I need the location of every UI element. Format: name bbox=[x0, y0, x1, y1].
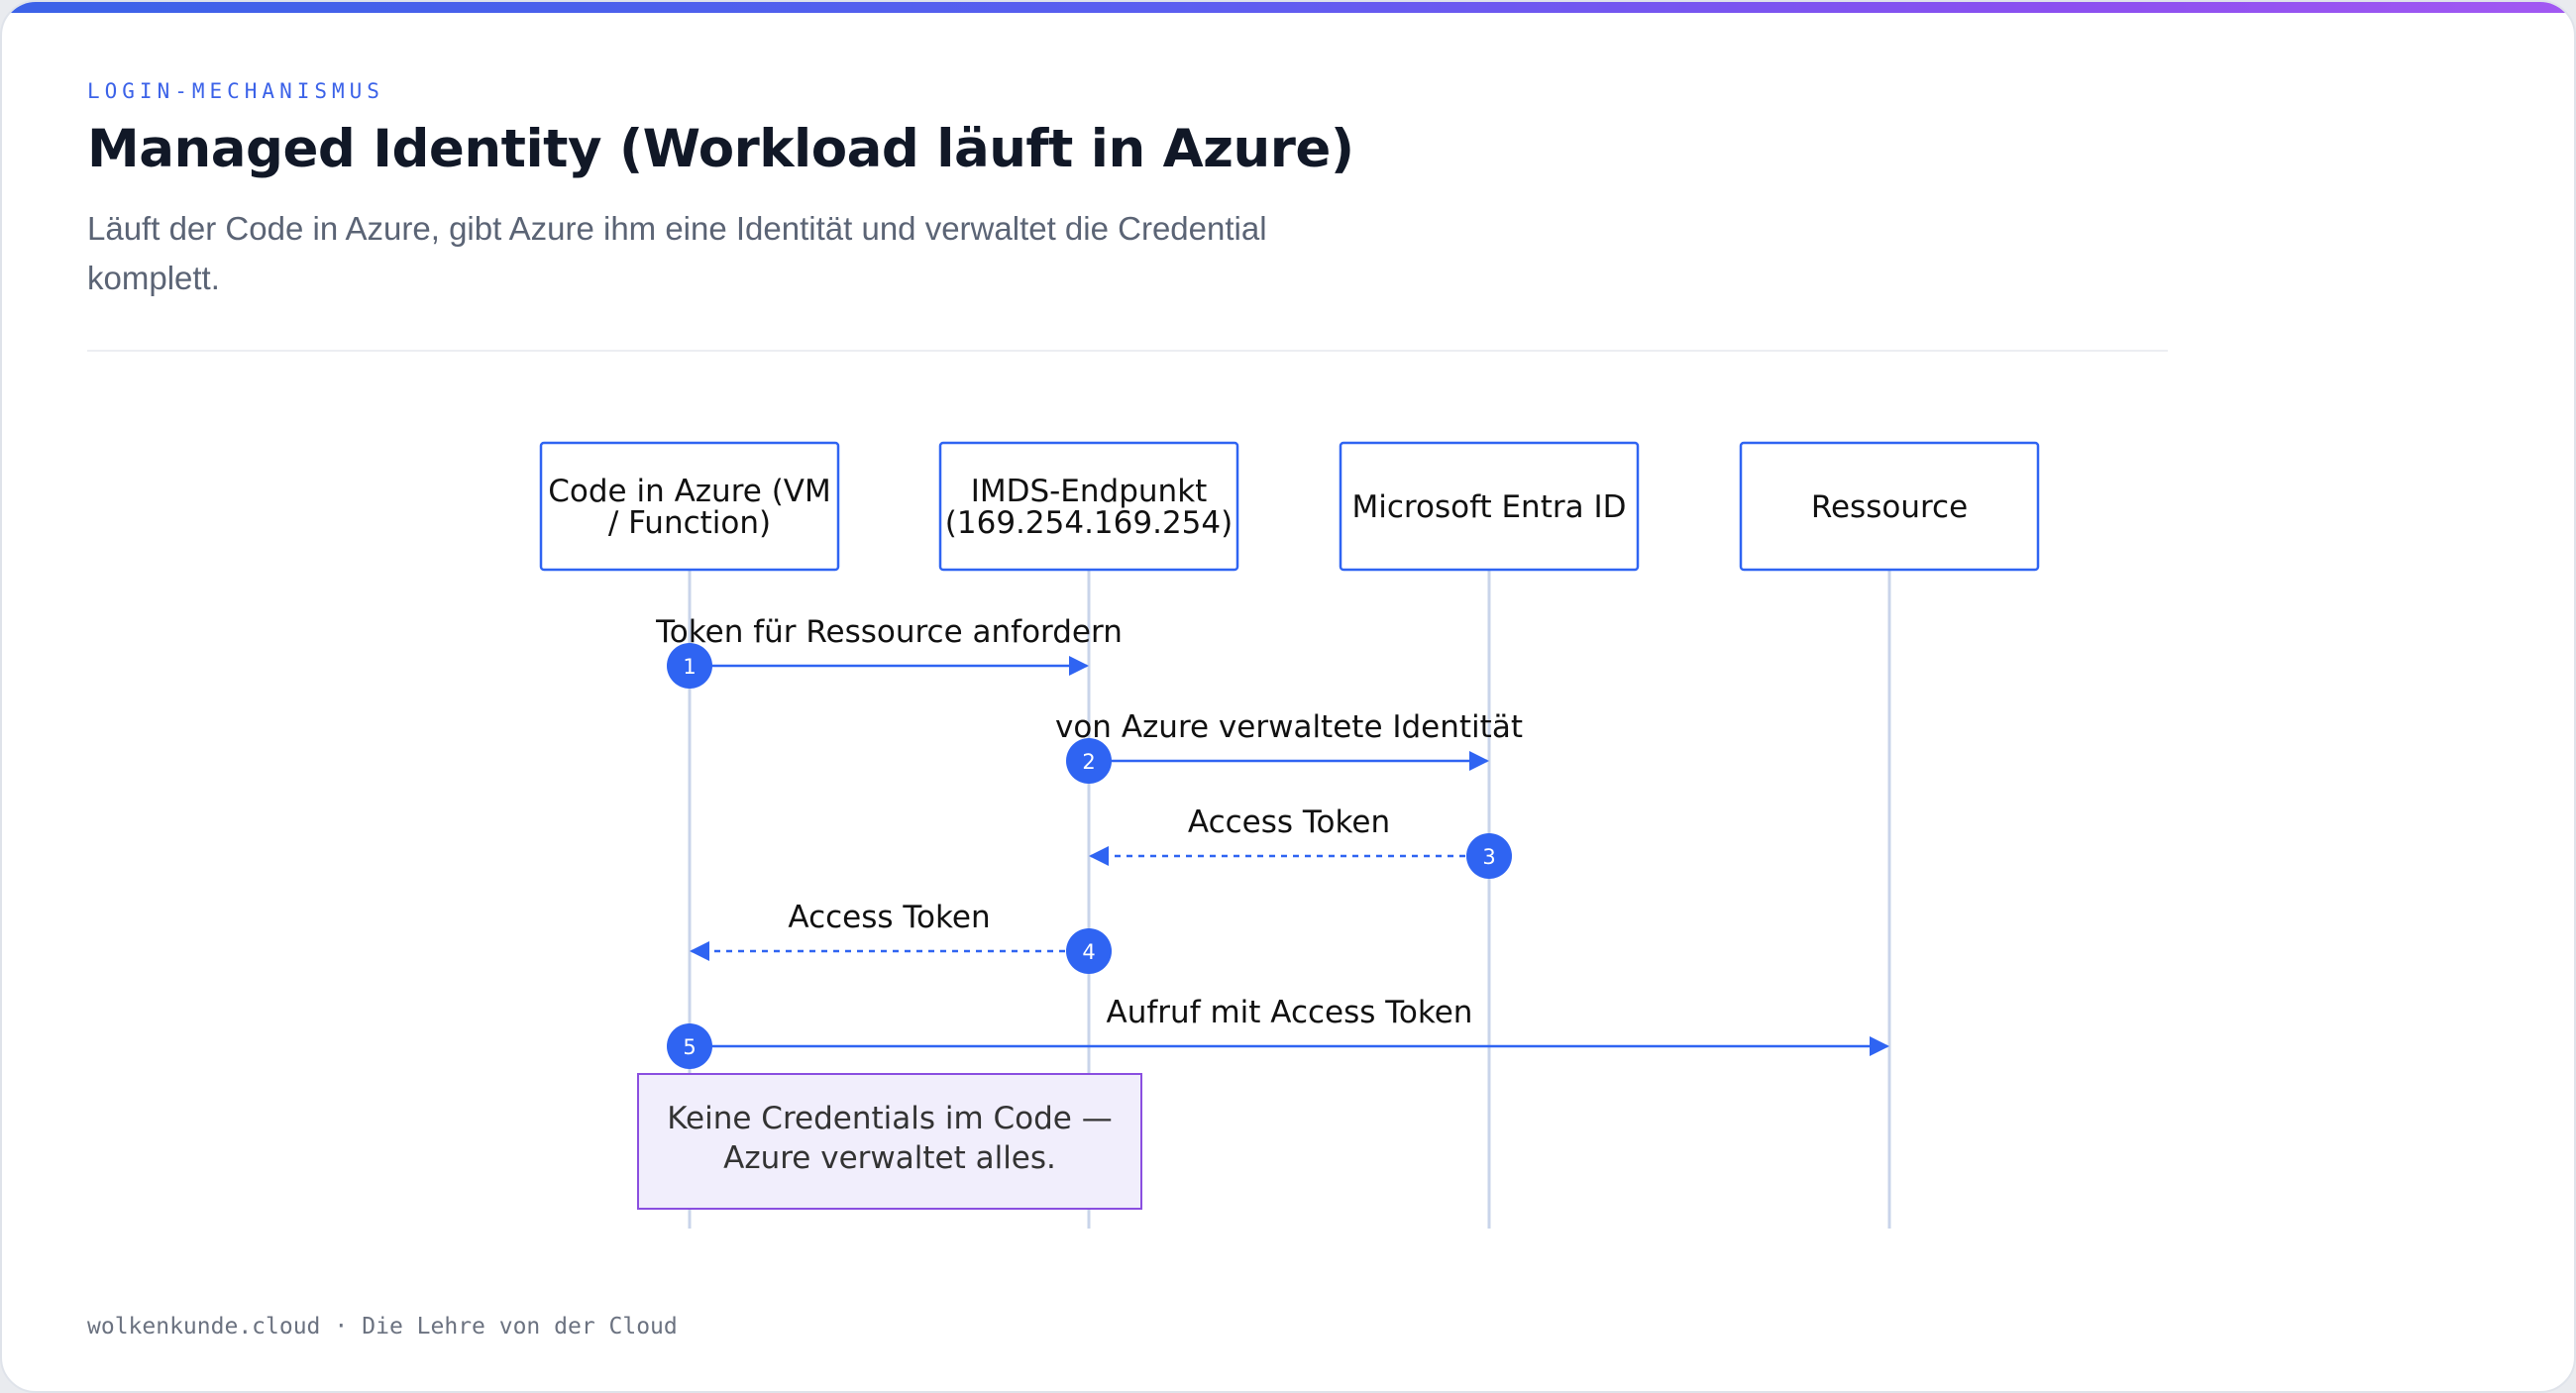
participant-code: Code in Azure (VM/ Function) bbox=[539, 441, 840, 572]
message-1: Token für Ressource anfordern 1 bbox=[655, 614, 1123, 689]
message-label: von Azure verwaltete Identität bbox=[1055, 709, 1523, 745]
message-label: Access Token bbox=[1188, 804, 1390, 840]
message-label: Aufruf mit Access Token bbox=[1107, 995, 1473, 1030]
message-4: Access Token 4 bbox=[690, 900, 1112, 974]
participant-label: Ressource bbox=[1811, 489, 1968, 525]
footer: wolkenkunde.cloud · Die Lehre von der Clou… bbox=[87, 1314, 678, 1339]
participant-label: (169.254.169.254) bbox=[945, 505, 1233, 541]
card: LOGIN-MECHANISMUS Managed Identity (Work… bbox=[0, 0, 2576, 1393]
message-label: Access Token bbox=[788, 900, 990, 935]
step-number: 4 bbox=[1082, 940, 1095, 964]
note: Keine Credentials im Code — Azure verwalt… bbox=[637, 1073, 1142, 1210]
step-number: 5 bbox=[683, 1035, 696, 1059]
message-label: Token für Ressource anfordern bbox=[655, 614, 1123, 650]
footer-separator: · bbox=[334, 1314, 349, 1339]
message-2: von Azure verwaltete Identität 2 bbox=[1055, 709, 1523, 784]
participant-entra: Microsoft Entra ID bbox=[1339, 441, 1640, 572]
step-number: 2 bbox=[1082, 750, 1095, 774]
note-text: Keine Credentials im Code — bbox=[667, 1101, 1113, 1136]
sequence-diagram: Code in Azure (VM/ Function) IMDS-Endpunk… bbox=[539, 441, 2040, 1229]
participant-imds: IMDS-Endpunkt(169.254.169.254) bbox=[938, 441, 1239, 572]
message-5: Aufruf mit Access Token 5 bbox=[667, 995, 1889, 1069]
step-number: 1 bbox=[683, 655, 696, 679]
footer-site: wolkenkunde.cloud bbox=[87, 1314, 321, 1339]
message-3: Access Token 3 bbox=[1089, 804, 1512, 879]
note-text: Azure verwaltet alles. bbox=[723, 1140, 1056, 1176]
footer-tagline: Die Lehre von der Cloud bbox=[362, 1314, 678, 1339]
participant-label: IMDS-Endpunkt bbox=[971, 474, 1208, 509]
participant-label: / Function) bbox=[608, 505, 771, 541]
participant-resource: Ressource bbox=[1739, 441, 2040, 572]
participant-label: Microsoft Entra ID bbox=[1352, 489, 1627, 525]
participant-label: Code in Azure (VM bbox=[548, 474, 831, 509]
step-number: 3 bbox=[1482, 845, 1495, 869]
